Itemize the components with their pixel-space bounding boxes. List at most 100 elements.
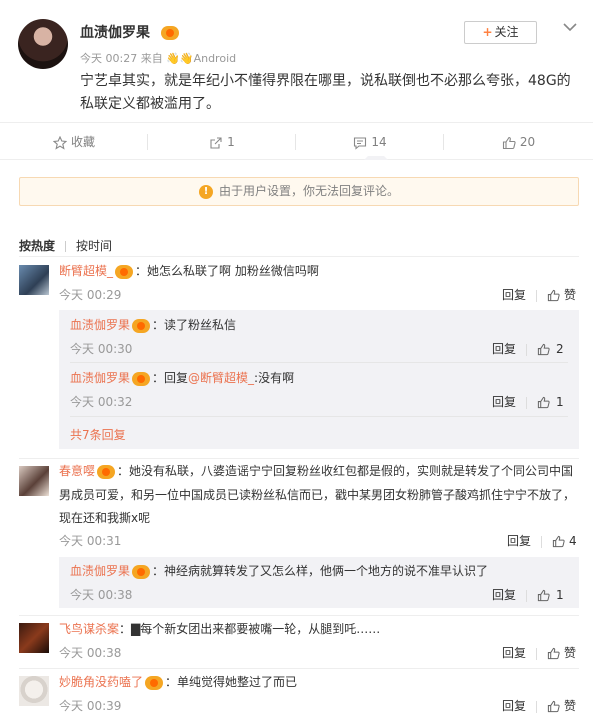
thumbs-up-icon[interactable] <box>552 535 565 548</box>
like-button[interactable]: 20 <box>444 123 593 161</box>
thumbs-up-icon[interactable] <box>547 647 560 660</box>
reply-text: 血渍伽罗果 ：神经病就算转发了又怎么样，他俩一个地方的说不准早认识了 <box>70 559 488 583</box>
favorite-label: 收藏 <box>70 135 95 149</box>
comment-body: ：她没有私联，八婆造谣宁宁回复粉丝收红包都是假的，实则就是转发了个同公司中国 <box>117 464 574 478</box>
commenter-avatar[interactable] <box>19 623 49 653</box>
comment-time: 今天 00:38 <box>59 646 122 660</box>
action-bar: 收藏 1 14 20 <box>0 122 593 162</box>
author-avatar[interactable] <box>18 19 68 69</box>
comment-time: 今天 00:31 <box>59 534 122 548</box>
repost-icon <box>210 136 222 149</box>
reply-button[interactable]: 回复 <box>492 342 516 356</box>
like-label[interactable]: 赞 <box>564 699 576 713</box>
reply-button[interactable]: 回复 <box>502 646 526 660</box>
commenter-avatar[interactable] <box>19 265 49 295</box>
comment-count: 14 <box>371 135 387 149</box>
reply-thread: 血渍伽罗果 ：神经病就算转发了又怎么样，他俩一个地方的说不准早认识了 今天 00:… <box>59 557 579 608</box>
more-replies-link[interactable]: 共7条回复 <box>70 426 126 443</box>
comment-actions: 回复 4 <box>507 532 577 549</box>
reply-actions: 回复 2 <box>492 340 564 357</box>
reply-button[interactable]: 回复 <box>502 699 526 713</box>
reply-time: 今天 00:30 <box>70 342 133 356</box>
repost-count: 1 <box>227 135 235 149</box>
vip-badge-icon <box>97 464 116 479</box>
like-label[interactable]: 赞 <box>564 646 576 660</box>
thumbs-up-icon[interactable] <box>537 589 550 602</box>
comment-body-line2: 男成员可爱，和另一位中国成员已读粉丝私信而已，戳中某男团女粉肺管子酸鸡抓住宁宁不… <box>59 488 576 502</box>
comment-body: ：▇每个新女团出来都要被嘴一轮，从腿到吒…… <box>119 622 381 636</box>
reply-actions: 回复 1 <box>492 393 564 410</box>
thumbs-up-icon[interactable] <box>547 289 560 302</box>
reply-username[interactable]: 血渍伽罗果 <box>70 318 130 332</box>
commenter-avatar[interactable] <box>19 466 49 496</box>
comment-actions: 回复 赞 <box>502 697 576 714</box>
mention-link[interactable]: @断臂超模_ <box>188 371 254 385</box>
reply-text: 血渍伽罗果 ：回复@断臂超模_:没有啊 <box>70 366 294 390</box>
star-icon <box>52 135 68 150</box>
thumbs-up-icon[interactable] <box>537 396 550 409</box>
comment-text: 断臂超模_ ：她怎么私联了啊 加粉丝微信吗啊 <box>59 259 319 283</box>
like-label[interactable]: 赞 <box>564 288 576 302</box>
vip-badge-icon <box>115 264 134 279</box>
reply-body: ：读了粉丝私信 <box>152 318 237 332</box>
notice-text: 由于用户设置，你无法回复评论。 <box>218 184 399 198</box>
thumbs-up-icon[interactable] <box>547 700 560 713</box>
post-meta: 今天 00:27 来自 👋👋Android <box>80 52 237 65</box>
post: 血渍伽罗果 今天 00:27 来自 👋👋Android 宁艺卓其实，就是年纪小不… <box>0 0 593 122</box>
comment-body: ：单纯觉得她整过了而已 <box>165 675 298 689</box>
comment-like-count: 4 <box>569 534 577 548</box>
follow-label: 关注 <box>494 25 519 39</box>
thumbs-up-icon[interactable] <box>537 343 550 356</box>
reply-button[interactable]: 回复 <box>502 288 526 302</box>
reply-like-count: 2 <box>556 342 564 356</box>
comment-icon <box>354 136 367 150</box>
comment-time: 今天 00:29 <box>59 288 122 302</box>
comment-username[interactable]: 飞鸟谋杀案 <box>59 622 119 636</box>
comment-body: ：她怎么私联了啊 加粉丝微信吗啊 <box>135 264 319 278</box>
author-name-row: 血渍伽罗果 <box>80 22 179 42</box>
reply-username[interactable]: 血渍伽罗果 <box>70 371 130 385</box>
reply-thread: 血渍伽罗果 ：读了粉丝私信 今天 00:30 回复 2 血渍伽罗果 ：回复@断臂超模_… <box>59 310 579 449</box>
reply-button[interactable]: 回复 <box>507 534 531 548</box>
reply-like-count: 1 <box>556 395 564 409</box>
sort-by-hot[interactable]: 按热度 <box>19 239 55 253</box>
reply-time: 今天 00:38 <box>70 588 133 602</box>
comment-body-line3: 现在还和我撕x呢 <box>59 511 151 525</box>
favorite-button[interactable]: 收藏 <box>0 123 148 161</box>
sort-by-time[interactable]: 按时间 <box>76 239 112 253</box>
author-name[interactable]: 血渍伽罗果 <box>80 25 150 41</box>
comment-actions: 回复 赞 <box>502 644 576 661</box>
vip-badge-icon <box>145 675 164 690</box>
comment-username[interactable]: 春意嘤 <box>59 464 95 478</box>
comment-actions: 回复 赞 <box>502 286 576 303</box>
comment-text: 妙脆角没药嗑了 ：单纯觉得她整过了而已 <box>59 670 297 694</box>
comment-text: 飞鸟谋杀案：▇每个新女团出来都要被嘴一轮，从腿到吒…… <box>59 617 380 641</box>
comment-sort: 按热度 按时间 <box>19 237 112 254</box>
comment-username[interactable]: 断臂超模_ <box>59 264 113 278</box>
reply-like-count: 1 <box>556 588 564 602</box>
vip-badge-icon <box>132 371 151 386</box>
repost-button[interactable]: 1 <box>148 123 296 161</box>
reply-actions: 回复 1 <box>492 586 564 603</box>
commenter-avatar[interactable] <box>19 676 49 706</box>
reply-body-tail: :没有啊 <box>254 371 295 385</box>
comment-username[interactable]: 妙脆角没药嗑了 <box>59 675 143 689</box>
weibo-post-card: 血渍伽罗果 今天 00:27 来自 👋👋Android 宁艺卓其实，就是年纪小不… <box>0 0 593 723</box>
reply-username[interactable]: 血渍伽罗果 <box>70 564 130 578</box>
reply-button[interactable]: 回复 <box>492 588 516 602</box>
reply-time: 今天 00:32 <box>70 395 133 409</box>
chevron-down-icon[interactable] <box>563 20 577 34</box>
follow-button[interactable]: + 关注 <box>464 21 537 44</box>
reply-body: ：神经病就算转发了又怎么样，他俩一个地方的说不准早认识了 <box>152 564 489 578</box>
comment-text: 春意嘤 ：她没有私联，八婆造谣宁宁回复粉丝收红包都是假的，实则就是转发了个同公司中… <box>59 459 573 483</box>
comment-time: 今天 00:39 <box>59 699 122 713</box>
reply-button[interactable]: 回复 <box>492 395 516 409</box>
warning-icon: ! <box>198 184 213 199</box>
comment-restriction-notice: ! 由于用户设置，你无法回复评论。 <box>19 177 579 206</box>
vip-badge-icon <box>132 318 151 333</box>
reply-text: 血渍伽罗果 ：读了粉丝私信 <box>70 313 236 337</box>
vip-badge-icon <box>160 26 179 40</box>
comment-button[interactable]: 14 <box>296 123 444 162</box>
reply-body: ：回复 <box>152 371 189 385</box>
plus-icon: + <box>482 25 493 39</box>
